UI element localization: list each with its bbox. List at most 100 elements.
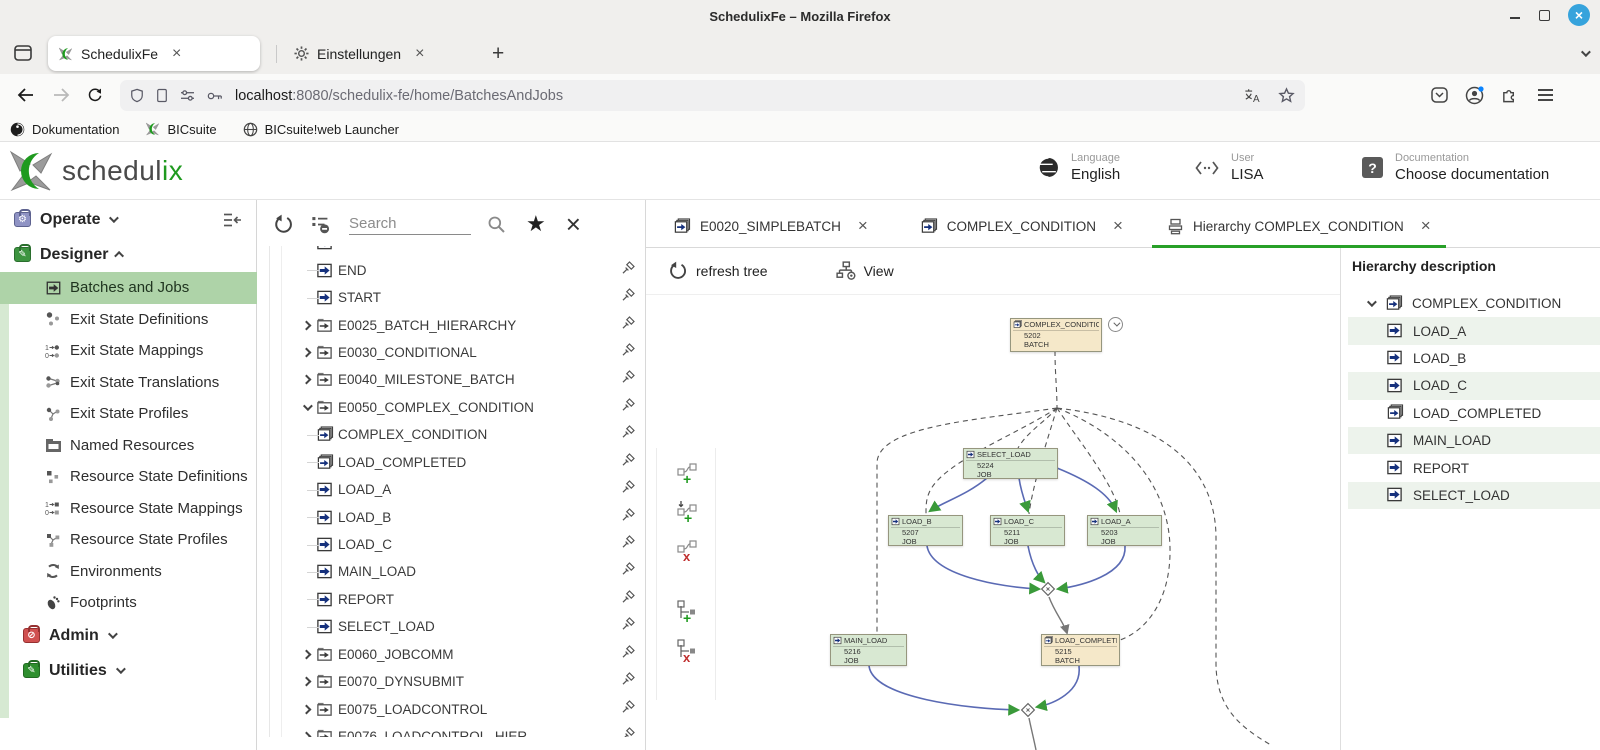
tree-item[interactable]: E0060_JOBCOMM <box>257 641 646 668</box>
tree-item[interactable]: E0030_CONDITIONAL <box>257 339 646 366</box>
menu-hamburger-icon[interactable] <box>1532 82 1558 108</box>
tree-item[interactable]: LOAD_COMPLETED <box>257 449 646 476</box>
pin-icon[interactable] <box>620 616 638 637</box>
pin-icon[interactable] <box>620 479 638 500</box>
pin-icon[interactable] <box>620 561 638 582</box>
extensions-puzzle-icon[interactable] <box>1496 82 1522 108</box>
tree-item[interactable]: E0040_MILESTONE_BATCH <box>257 366 646 393</box>
sidebar-item-environments[interactable]: Environments <box>0 556 257 588</box>
content-tab-complex-condition[interactable]: COMPLEX_CONDITION × <box>905 205 1138 247</box>
pin-icon[interactable] <box>620 671 638 692</box>
tree-item[interactable]: LOAD_B <box>257 503 646 530</box>
hierarchy-root-row[interactable]: COMPLEX_CONDITION <box>1348 290 1600 317</box>
url-text[interactable]: localhost:8080/schedulix-fe/home/Batches… <box>235 88 1244 104</box>
pin-icon[interactable] <box>620 424 638 445</box>
tab-close-icon[interactable]: × <box>172 46 181 62</box>
tree-item-partial[interactable]: E0076_LOADCONTROL_HIER <box>257 723 646 737</box>
sidebar-item-resource-state-mappings[interactable]: 10 Resource State Mappings <box>0 493 257 525</box>
bookmark-bicsuite-web-launcher[interactable]: BICsuite!web Launcher <box>243 122 399 137</box>
pin-icon[interactable] <box>620 246 638 253</box>
pin-icon[interactable] <box>620 699 638 720</box>
tree-item[interactable]: LOAD_A <box>257 476 646 503</box>
favorites-star-icon[interactable]: ★ <box>526 213 546 235</box>
pin-icon[interactable] <box>620 452 638 473</box>
tab-close-icon[interactable]: × <box>415 46 424 62</box>
expander-chevron-right-icon[interactable] <box>297 733 315 737</box>
back-icon[interactable] <box>12 82 38 108</box>
filter-list-icon[interactable] <box>305 214 335 234</box>
page-info-icon[interactable] <box>156 88 168 103</box>
tree-item[interactable]: E0025_BATCH_HIERARCHY <box>257 311 646 338</box>
diagram-node-select-load[interactable]: SELECT_LOAD 5224 JOB <box>963 448 1058 479</box>
browser-tab-schedulixfe[interactable]: SchedulixFe × <box>48 36 260 71</box>
sidebar-item-exit-state-mappings[interactable]: 10 Exit State Mappings <box>0 335 257 367</box>
collapse-node-icon[interactable] <box>1108 317 1123 332</box>
pin-icon[interactable] <box>620 507 638 528</box>
close-button[interactable]: × <box>1568 4 1590 26</box>
tree-item[interactable]: START <box>257 284 646 311</box>
sidebar-section-utilities[interactable]: ✎ Utilities <box>0 653 257 688</box>
documentation-selector[interactable]: ? Documentation Choose documentation <box>1362 152 1549 183</box>
bookmark-dokumentation[interactable]: Dokumentation <box>10 122 119 137</box>
content-tab-hierarchy-complex-condition[interactable]: Hierarchy COMPLEX_CONDITION × <box>1152 205 1446 247</box>
sidebar-item-footprints[interactable]: Footprints <box>0 587 257 619</box>
expander-chevron-right-icon[interactable] <box>297 651 315 658</box>
add-dependency-arrow-icon[interactable]: + <box>676 500 700 524</box>
bookmark-bicsuite[interactable]: BICsuite <box>145 122 216 137</box>
expander-chevron-right-icon[interactable] <box>297 376 315 383</box>
hierarchy-row-load-a[interactable]: LOAD_A <box>1348 317 1600 344</box>
url-bar[interactable]: localhost:8080/schedulix-fe/home/Batches… <box>120 80 1305 111</box>
tree-item[interactable]: END <box>257 256 646 283</box>
firefox-view-icon[interactable] <box>10 41 36 65</box>
tree-item[interactable]: SELECT_LOAD <box>257 613 646 640</box>
minimize-button[interactable] <box>1509 9 1521 21</box>
sidebar-item-resource-state-profiles[interactable]: Resource State Profiles <box>0 524 257 556</box>
collapse-sidebar-icon[interactable] <box>223 212 243 233</box>
browser-tab-einstellungen[interactable]: Einstellungen × <box>284 36 474 71</box>
hierarchy-row-load-completed[interactable]: LOAD_COMPLETED <box>1348 400 1600 427</box>
remove-dependency-icon[interactable]: x <box>676 539 700 563</box>
tree-item[interactable]: COMPLEX_CONDITION <box>257 421 646 448</box>
pin-icon[interactable] <box>620 287 638 308</box>
language-selector[interactable]: Language English <box>1038 152 1120 183</box>
search-icon[interactable] <box>487 215 506 234</box>
diagram-node-load-b[interactable]: LOAD_B 5207 JOB <box>888 515 963 546</box>
account-icon[interactable] <box>1461 82 1487 108</box>
tab-close-icon[interactable]: × <box>1113 216 1123 236</box>
expander-chevron-down-icon[interactable] <box>297 404 315 411</box>
pin-icon[interactable] <box>620 397 638 418</box>
maximize-button[interactable] <box>1539 10 1550 21</box>
pin-icon[interactable] <box>620 726 638 737</box>
sidebar-item-named-resources[interactable]: Named Resources <box>0 430 257 462</box>
add-dependency-icon[interactable]: + <box>676 462 700 486</box>
hierarchy-row-select-load[interactable]: SELECT_LOAD <box>1348 482 1600 509</box>
tree-item[interactable]: E0075_LOADCONTROL <box>257 695 646 722</box>
tree-item[interactable]: LOAD_C <box>257 531 646 558</box>
list-all-tabs-icon[interactable] <box>1581 44 1588 62</box>
diagram-node-main-load[interactable]: MAIN_LOAD 5216 JOB <box>830 634 907 666</box>
user-selector[interactable]: User LISA <box>1195 152 1264 183</box>
permissions-icon[interactable] <box>180 89 195 102</box>
shield-icon[interactable] <box>130 88 144 103</box>
sidebar-section-operate[interactable]: ⚙ Operate <box>0 202 257 237</box>
hierarchy-row-report[interactable]: REPORT <box>1348 454 1600 481</box>
search-input[interactable] <box>349 213 471 235</box>
tab-close-icon[interactable]: × <box>858 216 868 236</box>
pin-icon[interactable] <box>620 369 638 390</box>
expander-chevron-right-icon[interactable] <box>297 678 315 685</box>
tree-item[interactable]: MAIN_LOAD <box>257 558 646 585</box>
pin-icon[interactable] <box>620 260 638 281</box>
expander-chevron-right-icon[interactable] <box>297 349 315 356</box>
sidebar-item-batches-and-jobs[interactable]: Batches and Jobs <box>0 272 257 304</box>
sidebar-section-admin[interactable]: ⊘ Admin <box>0 618 257 653</box>
tree-item[interactable]: E0070_DYNSUBMIT <box>257 668 646 695</box>
diagram-node-load-completed[interactable]: LOAD_COMPLETED 5215 BATCH <box>1041 634 1120 666</box>
pin-icon[interactable] <box>620 315 638 336</box>
key-icon[interactable] <box>207 90 223 102</box>
content-tab-e0020-simplebatch[interactable]: E0020_SIMPLEBATCH × <box>658 205 883 247</box>
refresh-icon[interactable] <box>269 214 297 235</box>
expander-chevron-down-icon[interactable] <box>1363 300 1377 307</box>
diagram-node-load-a[interactable]: LOAD_A 5203 JOB <box>1087 515 1162 546</box>
pin-icon[interactable] <box>620 589 638 610</box>
bookmark-star-icon[interactable] <box>1278 87 1295 104</box>
